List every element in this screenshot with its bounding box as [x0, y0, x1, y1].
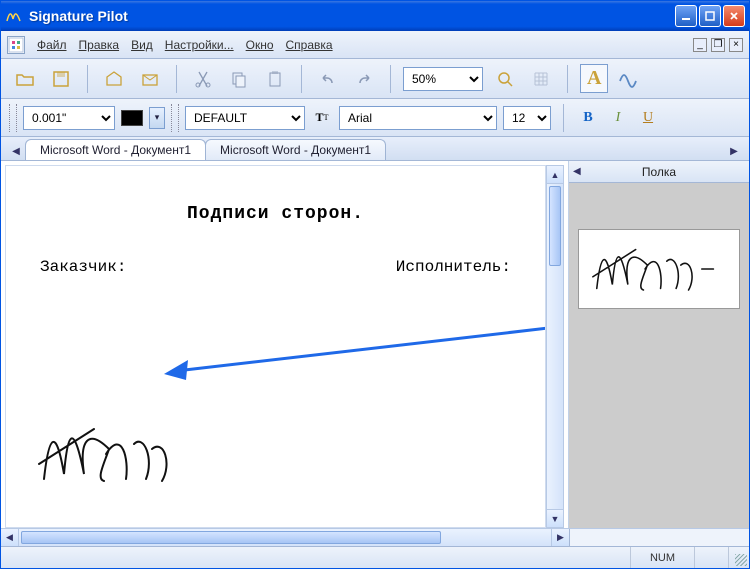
document-heading: Подписи сторон. — [6, 204, 545, 224]
app-icon — [5, 7, 23, 25]
grid-icon[interactable] — [527, 65, 555, 93]
shelf-title: Полка — [642, 165, 676, 179]
document-canvas[interactable]: Подписи сторон. Заказчик: Исполнитель: — [5, 165, 546, 528]
mdi-restore-button[interactable]: ❐ — [711, 38, 725, 52]
cut-button[interactable] — [189, 65, 217, 93]
toolbar-separator — [563, 104, 564, 132]
menu-settings-label: Настройки... — [165, 38, 234, 52]
menu-edit-label: Правка — [79, 38, 120, 52]
italic-button[interactable]: I — [606, 106, 630, 130]
paste-button[interactable] — [261, 65, 289, 93]
scroll-right-button[interactable]: ▶ — [551, 529, 569, 546]
scroll-track[interactable] — [19, 529, 551, 546]
redo-button[interactable] — [350, 65, 378, 93]
document-parties-row: Заказчик: Исполнитель: — [6, 224, 545, 276]
scroll-gap — [569, 529, 749, 546]
document-pane: Подписи сторон. Заказчик: Исполнитель: ▲ — [1, 161, 569, 528]
menubar: Файл Правка Вид Настройки... Окно Справк… — [1, 31, 749, 59]
pen-letter-icon: A — [587, 67, 601, 90]
format-toolbar: 0.001" ▾ DEFAULT TT Arial 12 B I U — [1, 99, 749, 137]
status-num-cell: NUM — [631, 547, 695, 568]
minimize-button[interactable] — [675, 5, 697, 27]
undo-button[interactable] — [314, 65, 342, 93]
line-sample-icon — [121, 110, 143, 126]
menu-window-label: Окно — [246, 38, 274, 52]
toolbar-separator — [567, 65, 568, 93]
style-select[interactable]: DEFAULT — [185, 106, 305, 130]
window-buttons — [675, 5, 745, 27]
mail-open-button[interactable] — [100, 65, 128, 93]
toolbar-separator — [87, 65, 88, 93]
tab-scroll-right[interactable]: ▶ — [725, 142, 743, 160]
open-button[interactable] — [11, 65, 39, 93]
main-toolbar: 50% A — [1, 59, 749, 99]
horizontal-scrollbar[interactable]: ◀ ▶ — [1, 528, 749, 546]
copy-button[interactable] — [225, 65, 253, 93]
menu-help-label: Справка — [286, 38, 333, 52]
font-select[interactable]: Arial — [339, 106, 497, 130]
menu-file-label: Файл — [37, 38, 67, 52]
contractor-label: Исполнитель: — [396, 258, 511, 276]
customer-label: Заказчик: — [40, 258, 126, 276]
unit-select[interactable]: 0.001" — [23, 106, 115, 130]
menu-window[interactable]: Окно — [246, 38, 274, 52]
bold-button[interactable]: B — [576, 106, 600, 130]
toolbar-separator — [301, 65, 302, 93]
menu-settings[interactable]: Настройки... — [165, 38, 234, 52]
scroll-up-button[interactable]: ▲ — [547, 166, 563, 184]
scroll-left-button[interactable]: ◀ — [1, 529, 19, 546]
titlebar: Signature Pilot — [1, 1, 749, 31]
scroll-thumb[interactable] — [21, 531, 441, 544]
line-sample-dropdown[interactable]: ▾ — [149, 107, 165, 129]
zoom-select[interactable]: 50% — [403, 67, 483, 91]
toolbar-separator — [390, 65, 391, 93]
scroll-thumb[interactable] — [549, 186, 561, 266]
status-num-label: NUM — [650, 552, 675, 564]
resize-grip[interactable] — [729, 547, 749, 568]
close-button[interactable] — [723, 5, 745, 27]
mail-send-button[interactable] — [136, 65, 164, 93]
menu-help[interactable]: Справка — [286, 38, 333, 52]
app-title: Signature Pilot — [29, 8, 675, 24]
statusbar: NUM — [1, 546, 749, 568]
toolbar-grip[interactable] — [171, 104, 179, 132]
document-tab[interactable]: Microsoft Word - Документ1 — [25, 139, 206, 160]
status-cell — [695, 547, 729, 568]
mdi-close-button[interactable]: × — [729, 38, 743, 52]
menubar-grip-icon — [7, 36, 25, 54]
shelf-signature-item[interactable] — [578, 229, 740, 309]
shelf-body — [569, 183, 749, 528]
mdi-minimize-button[interactable]: _ — [693, 38, 707, 52]
pen-color-selector[interactable]: A — [580, 64, 608, 93]
menu-edit[interactable]: Правка — [79, 38, 120, 52]
signature-placed[interactable] — [34, 409, 214, 499]
shelf-nav-left[interactable]: ◀ — [573, 166, 581, 177]
menu-file[interactable]: Файл — [37, 38, 67, 52]
tab-scroll-left[interactable]: ◀ — [7, 142, 25, 160]
font-size-select[interactable]: 12 — [503, 106, 551, 130]
status-cell — [1, 547, 631, 568]
zoom-button[interactable] — [491, 65, 519, 93]
toolbar-grip[interactable] — [9, 104, 17, 132]
signature-wave-icon[interactable] — [616, 65, 644, 93]
shelf-header: ◀ Полка — [569, 161, 749, 183]
scroll-down-button[interactable]: ▼ — [547, 509, 563, 527]
tab-label: Microsoft Word - Документ1 — [220, 143, 371, 157]
workarea: Подписи сторон. Заказчик: Исполнитель: ▲ — [1, 161, 749, 528]
document-tab[interactable]: Microsoft Word - Документ1 — [205, 139, 386, 160]
menubar-right-controls: _ ❐ × — [693, 38, 743, 52]
vertical-scrollbar[interactable]: ▲ ▼ — [546, 165, 564, 528]
font-tt-icon: TT — [311, 107, 333, 129]
maximize-button[interactable] — [699, 5, 721, 27]
document-tab-bar: ◀ Microsoft Word - Документ1 Microsoft W… — [1, 137, 749, 161]
shelf-pane: ◀ Полка — [569, 161, 749, 528]
menu-view[interactable]: Вид — [131, 38, 153, 52]
app-window: Signature Pilot Файл Правка Вид Настройк… — [0, 0, 750, 569]
underline-button[interactable]: U — [636, 106, 660, 130]
toolbar-separator — [176, 65, 177, 93]
menu-view-label: Вид — [131, 38, 153, 52]
drag-arrow-annotation — [156, 316, 546, 396]
tab-label: Microsoft Word - Документ1 — [40, 143, 191, 157]
save-button[interactable] — [47, 65, 75, 93]
